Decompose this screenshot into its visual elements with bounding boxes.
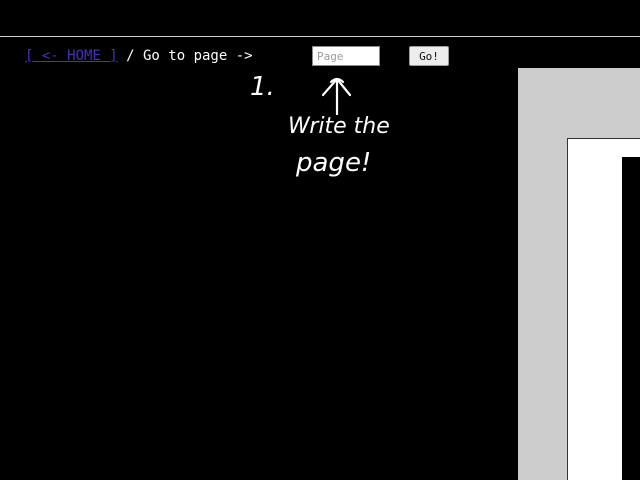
page-preview-content [622,157,640,480]
page-viewer: [ <- HOME ] / Go to page -> Go! 1. Write… [0,0,640,480]
home-link[interactable]: [ <- HOME ] [25,48,118,64]
hint-annotation-line2: page! [296,148,372,178]
navigation-bar: [ <- HOME ] / Go to page -> [25,46,261,66]
go-to-page-label: / Go to page -> [117,48,262,64]
go-button[interactable]: Go! [409,46,449,66]
top-divider [0,36,640,37]
step-number-annotation: 1. [250,72,275,102]
hint-annotation-line1: Write the [288,114,390,139]
page-number-input[interactable] [312,46,380,66]
